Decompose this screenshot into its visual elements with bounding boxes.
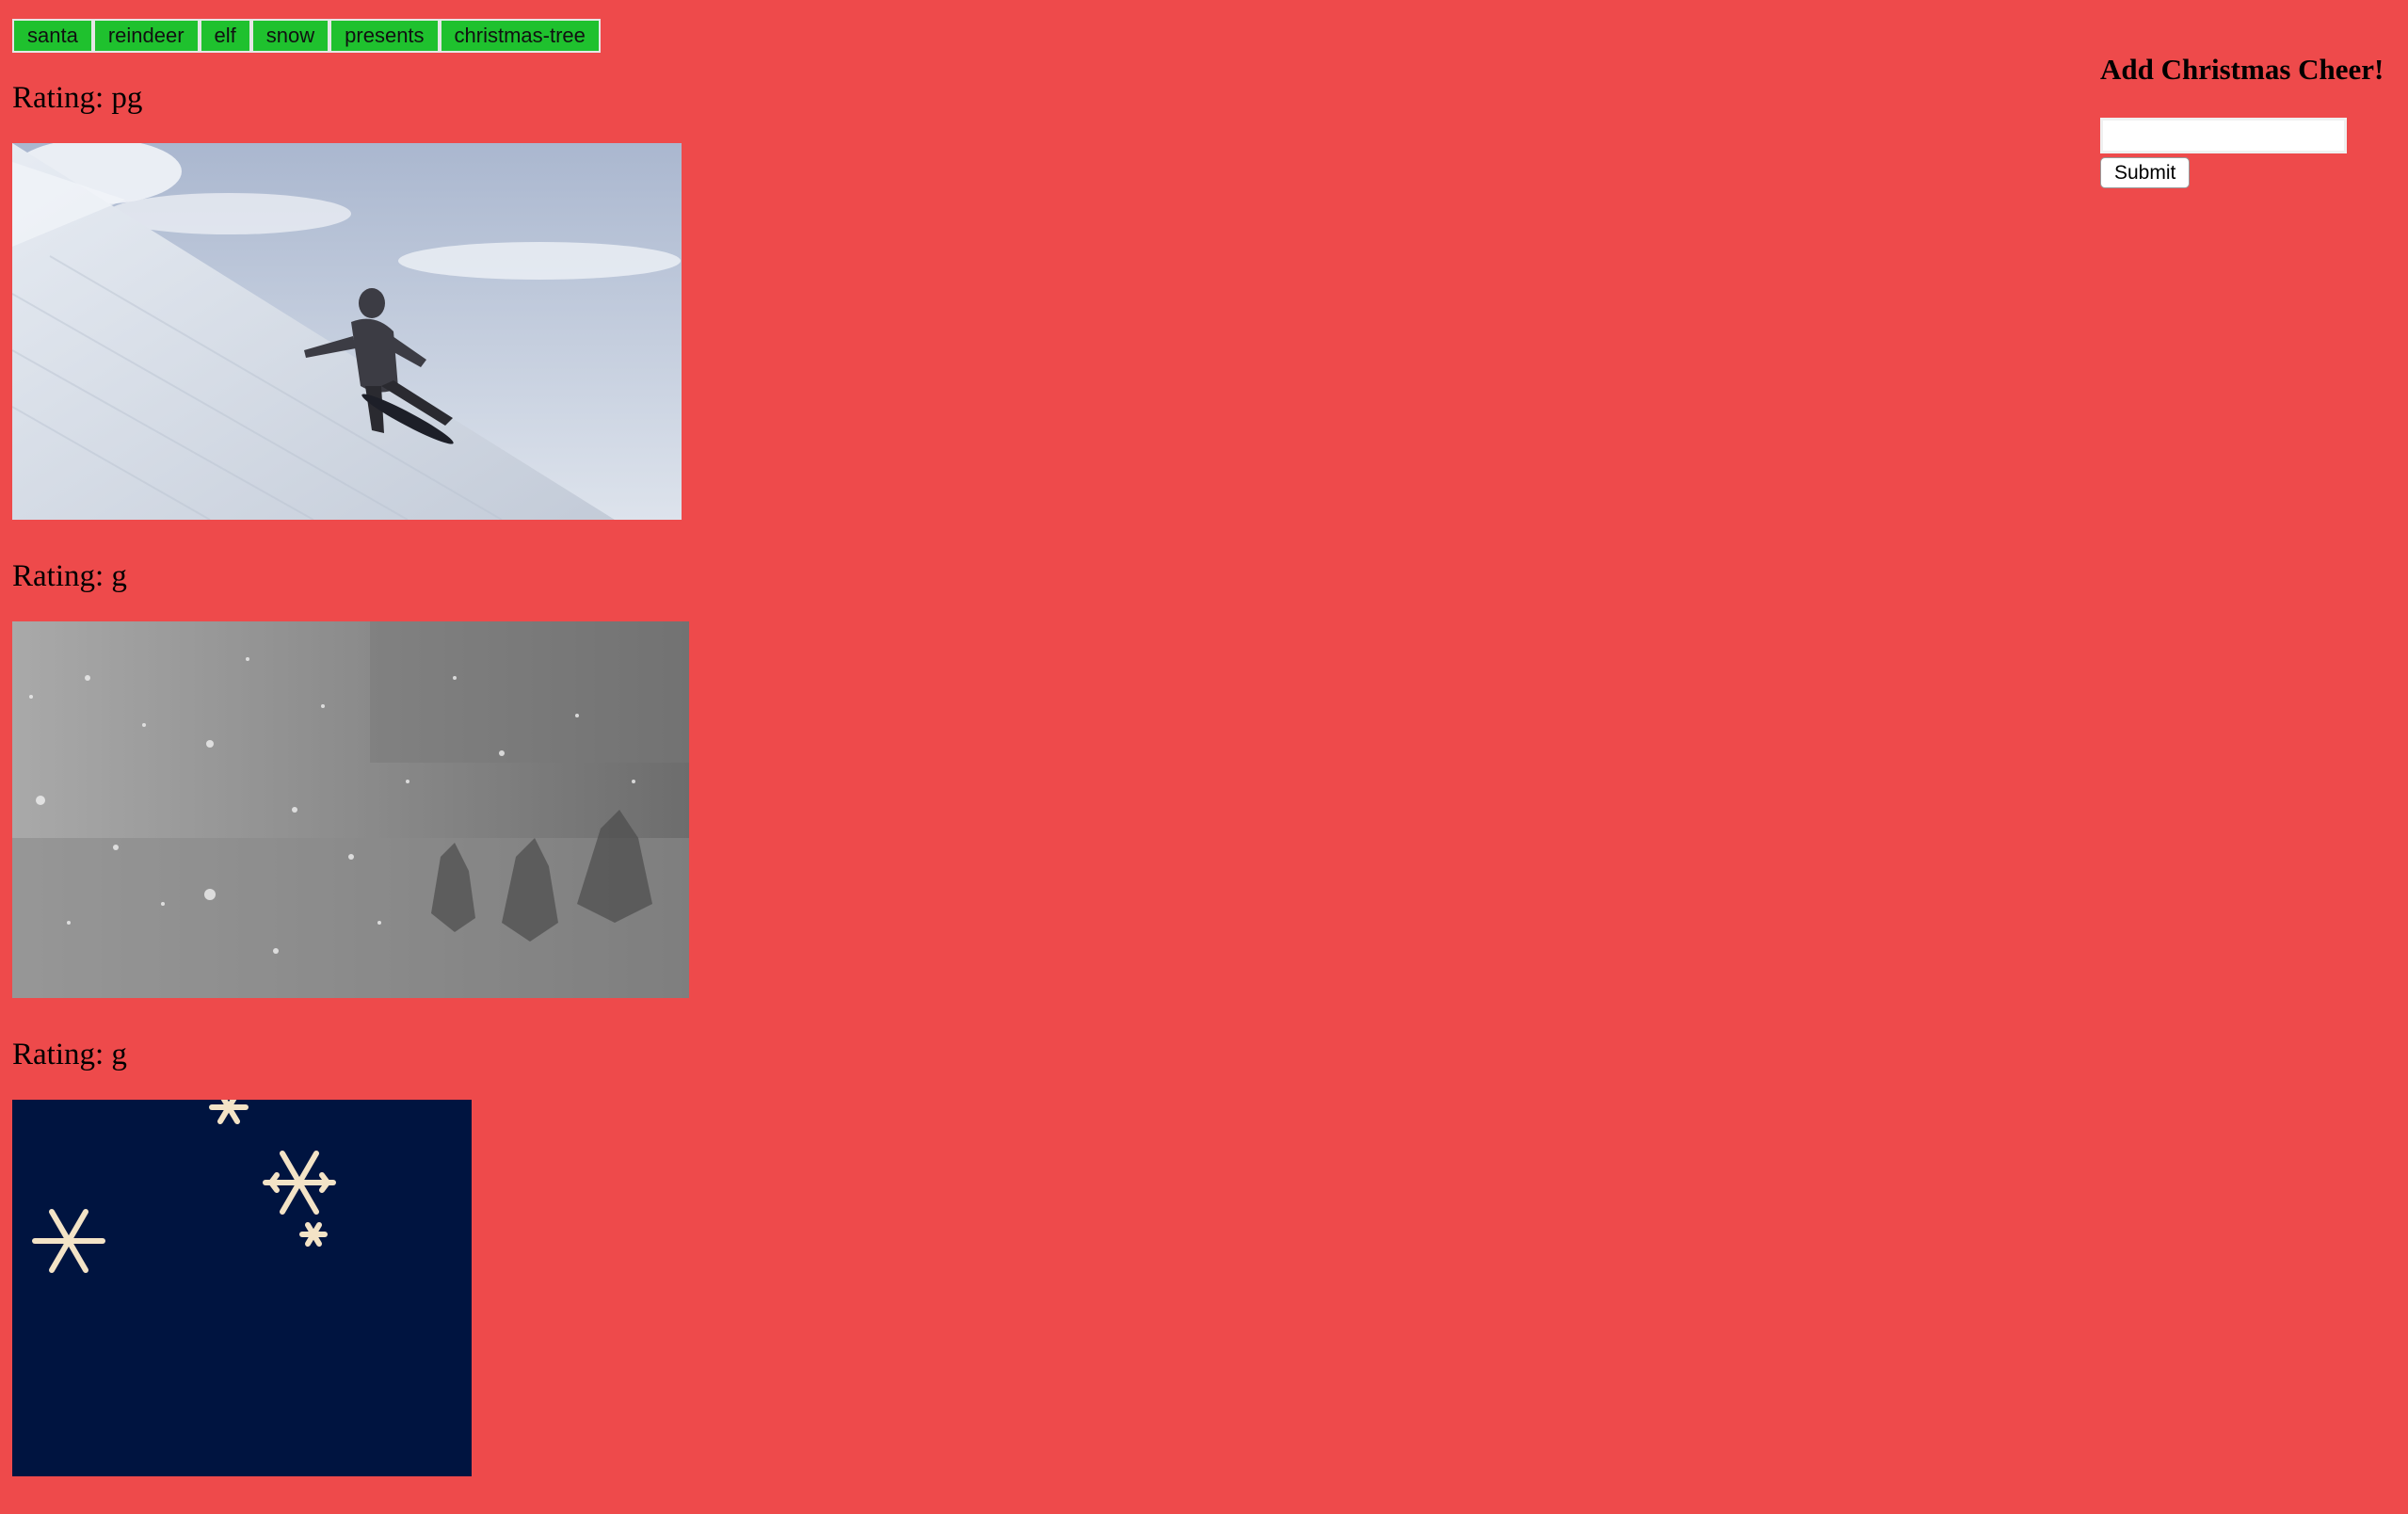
tag-button-presents[interactable]: presents xyxy=(329,19,440,53)
submit-button[interactable]: Submit xyxy=(2100,157,2191,188)
rating-label: Rating: g xyxy=(12,1038,127,1071)
gif-result: Rating: g xyxy=(12,1036,765,1476)
tag-button-snow[interactable]: snow xyxy=(250,19,330,53)
snowstorm-gif-image xyxy=(12,621,689,998)
cheer-search-input[interactable] xyxy=(2100,118,2347,153)
rating-label: Rating: g xyxy=(12,559,127,593)
tag-button-santa[interactable]: santa xyxy=(12,19,93,53)
rating-label: Rating: pg xyxy=(12,81,143,115)
form-heading: Add Christmas Cheer! xyxy=(2100,53,2384,86)
tag-button-reindeer[interactable]: reindeer xyxy=(92,19,200,53)
tag-button-elf[interactable]: elf xyxy=(199,19,251,53)
gif-results-list: Rating: pg Rating: g Rating: g xyxy=(12,79,765,1514)
gif-result: Rating: g xyxy=(12,557,765,998)
tag-button-bar: santa reindeer elf snow presents christm… xyxy=(12,19,601,53)
snowboarder-gif-image xyxy=(12,143,682,520)
gif-result: Rating: pg xyxy=(12,79,765,520)
snowflakes-gif-image xyxy=(12,1100,472,1476)
add-cheer-form: Add Christmas Cheer! Submit xyxy=(2100,53,2401,188)
tag-button-christmas-tree[interactable]: christmas-tree xyxy=(439,19,601,53)
